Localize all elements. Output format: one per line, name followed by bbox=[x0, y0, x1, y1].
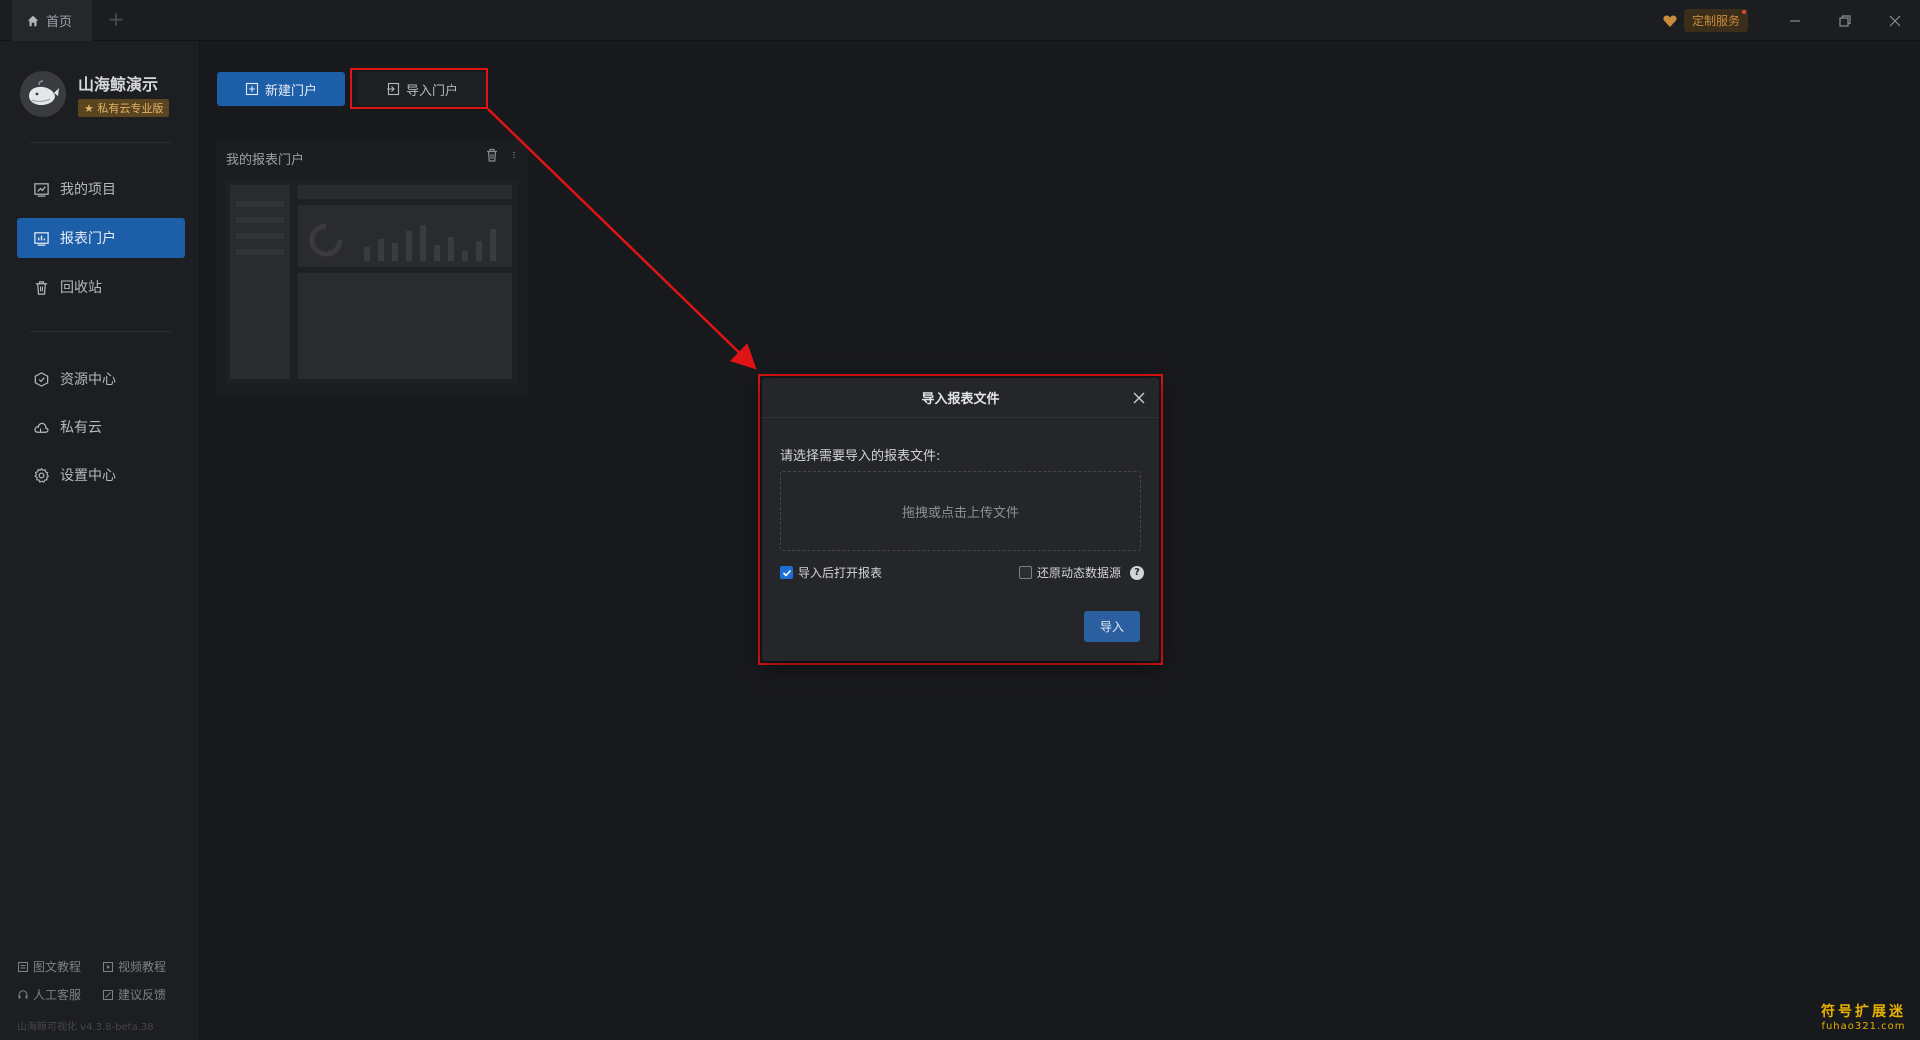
feedback-link[interactable]: 建议反馈 bbox=[102, 986, 166, 1003]
restore-dynamic-label: 还原动态数据源 bbox=[1037, 566, 1122, 580]
gear-icon bbox=[34, 467, 50, 483]
more-vertical-icon[interactable] bbox=[510, 147, 518, 163]
sidebar-item-my-projects[interactable]: 我的项目 bbox=[17, 169, 185, 209]
restore-dynamic-checkbox[interactable] bbox=[1019, 566, 1032, 579]
new-portal-button[interactable]: 新建门户 bbox=[217, 72, 345, 106]
sidebar-item-resource-center[interactable]: 资源中心 bbox=[17, 359, 185, 399]
sidebar-item-label: 资源中心 bbox=[60, 372, 116, 388]
help-icon[interactable]: ? bbox=[1130, 565, 1145, 580]
text-tutorial-link[interactable]: 图文教程 bbox=[17, 958, 81, 975]
document-icon bbox=[18, 961, 28, 972]
portal-card-title: 我的报表门户 bbox=[226, 153, 305, 168]
cloud-icon bbox=[34, 422, 49, 433]
new-portal-label: 新建门户 bbox=[264, 83, 317, 99]
dialog-title: 导入报表文件 bbox=[921, 392, 1000, 407]
app-version: 山海鲸可视化 v4.3.8-beta.38 bbox=[17, 1022, 154, 1033]
home-icon bbox=[27, 15, 39, 26]
customer-support-label: 人工客服 bbox=[33, 988, 82, 1002]
video-tutorial-link[interactable]: 视频教程 bbox=[102, 958, 166, 975]
sidebar: 山海鲸演示 ★ 私有云专业版 我的项目 报表门户 回收站 资源中心 私有云 设置… bbox=[0, 41, 200, 1040]
restore-button[interactable] bbox=[1820, 0, 1870, 41]
open-after-import-checkbox[interactable] bbox=[780, 566, 793, 579]
dialog-header: 导入报表文件 bbox=[762, 378, 1159, 418]
open-after-import-label: 导入后打开报表 bbox=[798, 566, 883, 580]
add-tab-button[interactable]: + bbox=[104, 8, 128, 32]
sidebar-item-label: 我的项目 bbox=[60, 182, 116, 198]
sidebar-item-label: 报表门户 bbox=[60, 231, 116, 247]
video-tutorial-label: 视频教程 bbox=[118, 960, 167, 974]
vip-heart-icon bbox=[1663, 15, 1677, 27]
whale-logo-icon bbox=[29, 80, 59, 105]
file-upload-zone[interactable]: 拖拽或点击上传文件 bbox=[780, 471, 1141, 551]
watermark: 符号扩展迷 fuhao321.com bbox=[1821, 1001, 1906, 1032]
tab-home[interactable]: 首页 bbox=[12, 0, 92, 41]
window-controls: 定制服务 bbox=[1662, 0, 1920, 41]
plus-box-icon bbox=[245, 82, 259, 96]
minimize-icon bbox=[1790, 19, 1800, 22]
avatar[interactable] bbox=[20, 71, 66, 117]
sidebar-item-label: 回收站 bbox=[60, 280, 102, 296]
close-window-button[interactable] bbox=[1870, 0, 1920, 41]
resource-icon bbox=[34, 371, 49, 387]
trash-icon[interactable] bbox=[484, 147, 500, 163]
brand: 山海鲸演示 ★ 私有云专业版 bbox=[20, 71, 170, 117]
watermark-url: fuhao321.com bbox=[1821, 1021, 1906, 1032]
sidebar-divider bbox=[30, 142, 172, 143]
feedback-label: 建议反馈 bbox=[118, 988, 167, 1002]
sidebar-item-private-cloud[interactable]: 私有云 bbox=[17, 407, 185, 447]
open-after-import-option[interactable]: 导入后打开报表 bbox=[780, 564, 882, 581]
sidebar-item-label: 设置中心 bbox=[60, 468, 116, 484]
upload-hint: 拖拽或点击上传文件 bbox=[901, 505, 1019, 521]
sidebar-item-settings[interactable]: 设置中心 bbox=[17, 455, 185, 495]
portal-card-actions bbox=[484, 147, 518, 163]
feedback-icon bbox=[103, 989, 113, 1000]
video-icon bbox=[103, 961, 113, 972]
import-report-dialog: 导入报表文件 请选择需要导入的报表文件: 拖拽或点击上传文件 导入后打开报表 还… bbox=[762, 378, 1159, 661]
close-icon bbox=[1889, 15, 1901, 26]
watermark-text: 符号扩展迷 bbox=[1821, 1004, 1906, 1020]
sidebar-item-recycle-bin[interactable]: 回收站 bbox=[17, 267, 185, 307]
import-button-highlight bbox=[350, 68, 488, 109]
sidebar-divider bbox=[30, 331, 172, 332]
check-icon bbox=[782, 569, 791, 577]
dialog-label: 请选择需要导入的报表文件: bbox=[780, 449, 941, 464]
sidebar-item-report-portal[interactable]: 报表门户 bbox=[17, 218, 185, 258]
title-bar: 首页 + 定制服务 bbox=[0, 0, 1920, 41]
edition-badge: ★ 私有云专业版 bbox=[78, 99, 170, 117]
portal-thumbnail bbox=[226, 181, 518, 383]
close-icon[interactable] bbox=[1131, 390, 1147, 406]
notification-dot bbox=[1742, 10, 1746, 14]
customer-support-link[interactable]: 人工客服 bbox=[17, 986, 81, 1003]
report-icon bbox=[34, 231, 49, 246]
restore-icon bbox=[1839, 14, 1851, 27]
brand-name: 山海鲸演示 bbox=[78, 75, 159, 94]
portal-card[interactable]: 我的报表门户 bbox=[216, 139, 528, 395]
headset-icon bbox=[18, 989, 28, 998]
restore-dynamic-option[interactable]: 还原动态数据源 ? bbox=[1019, 564, 1145, 581]
custom-service-button[interactable]: 定制服务 bbox=[1683, 9, 1748, 32]
custom-service-label: 定制服务 bbox=[1691, 14, 1740, 28]
text-tutorial-label: 图文教程 bbox=[33, 960, 82, 974]
import-submit-button[interactable]: 导入 bbox=[1084, 611, 1140, 642]
minimize-button[interactable] bbox=[1770, 0, 1820, 41]
sidebar-item-label: 私有云 bbox=[60, 420, 102, 436]
trash-icon bbox=[35, 280, 48, 295]
project-icon bbox=[34, 182, 49, 197]
tab-home-label: 首页 bbox=[46, 15, 73, 30]
